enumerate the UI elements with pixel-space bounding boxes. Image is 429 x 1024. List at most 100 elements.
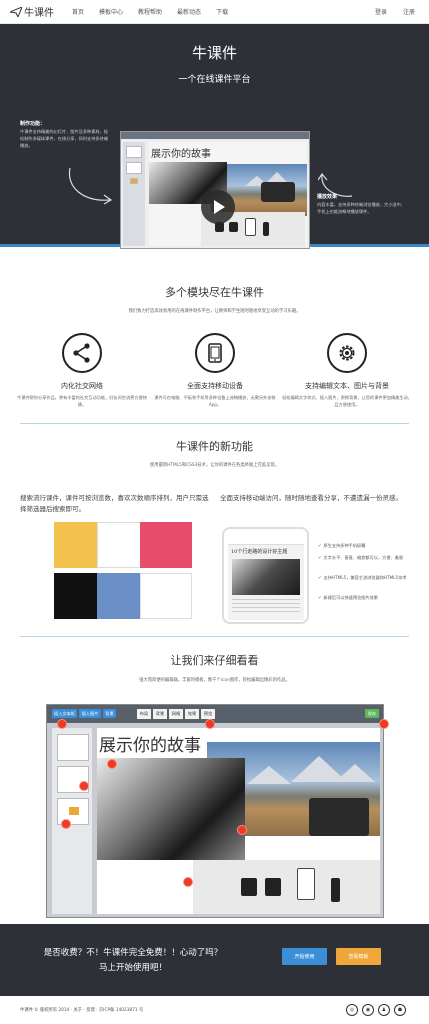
feature-desc: 课件可在电脑、平板和手机等多种设备上流畅播放，无需另外安装App。: [154, 395, 276, 407]
feature-title: 内化社交网络: [61, 382, 103, 390]
check-icon: ✔: [318, 555, 322, 560]
brand-logo[interactable]: 牛课件: [10, 4, 54, 19]
gear-icon: [327, 333, 367, 373]
templates-button[interactable]: 查看模板: [336, 948, 381, 965]
checklist-item: ✔ 新建后可以快速预览图片效果: [318, 595, 408, 601]
nav-link-tutorials[interactable]: 教程帮助: [138, 7, 162, 16]
template-tile[interactable]: [140, 522, 192, 568]
checklist-text: 文字水平、垂直、缩放都可以，方便、美观: [323, 555, 404, 560]
tab-effects[interactable]: 效果: [185, 709, 199, 719]
closer-look-desc: 强大而简便的编辑器，丰富的模板，数千个icon图库，轻松编辑出精彩的作品。: [139, 678, 290, 683]
preview-slide-thumb: [130, 178, 138, 184]
checklist-item: ✔ 文字水平、垂直、缩放都可以，方便、美观: [318, 555, 408, 561]
hotspot-marker[interactable]: [79, 781, 89, 791]
nav-link-home[interactable]: 首页: [72, 7, 84, 16]
new-features-title: 牛课件的新功能: [176, 440, 253, 453]
preview-toolbar: [121, 132, 309, 139]
tab-background[interactable]: 背景: [153, 709, 167, 719]
nav-link-download[interactable]: 下载: [216, 7, 228, 16]
login-link[interactable]: 登录: [375, 7, 387, 16]
paper-plane-icon: [10, 6, 22, 17]
auth-links: 登录 注册: [359, 7, 415, 16]
cta-line-1: 是否收费？不！牛课件完全免费！！心动了吗？: [43, 948, 223, 958]
weibo-icon[interactable]: ◎: [346, 1004, 358, 1016]
phone-header: [228, 535, 304, 545]
hero-right-heading: 播放效果: [317, 194, 338, 200]
save-button[interactable]: 保存: [365, 709, 379, 718]
hero-right-note: 播放效果 内容丰富，支持多种终端浏览播放，大小适中，手机上也能流畅地播放课件。: [317, 194, 409, 215]
footer: 牛课件 © 版权所有 2014 · 关于 · 反馈 · 京ICP备 140238…: [0, 996, 429, 1024]
tab-layout[interactable]: 布局: [137, 709, 151, 719]
phone-mockup: 10个行走路的设计好主题: [222, 527, 309, 624]
hero-left-heading: 制作功能：: [20, 121, 46, 127]
checklist-text: 支持HTML5，兼容主流浏览器和HTML5技术: [323, 575, 407, 580]
editor-story-title[interactable]: 展示你的故事: [99, 731, 201, 756]
tablet-icon: [195, 333, 235, 373]
cta-line-2: 马上开始使用吧！: [98, 963, 167, 973]
curved-arrow-icon: [68, 167, 113, 205]
closer-look-title: 让我们来仔细看看: [170, 654, 259, 667]
checklist-text: 新建后可以快速预览图片效果: [323, 595, 378, 600]
nav-links: 首页 模板中心 教程帮助 最新动态 下载: [72, 7, 243, 16]
play-button[interactable]: [201, 190, 235, 224]
checklist-text: 原生支持多种手机屏幕: [323, 543, 366, 548]
tab-grid[interactable]: 网格: [169, 709, 183, 719]
editor-slide-list: [52, 728, 92, 914]
camera-photo: [97, 758, 245, 860]
qq-icon[interactable]: ♟: [378, 1004, 390, 1016]
renren-icon[interactable]: ☗: [394, 1004, 406, 1016]
hotspot-marker[interactable]: [183, 877, 193, 887]
preview-slide-list: [123, 142, 145, 246]
template-tile[interactable]: [140, 573, 192, 619]
search-feature-text: 搜索流行课件，课件可按浏览数，喜欢次数顺序排列，用户只需选择筛选器后搜索即可。: [20, 494, 209, 513]
hero-title: 牛课件: [191, 44, 237, 62]
preview-slide-thumb: [126, 146, 142, 158]
feature-title: 支持编辑文本、图片与背景: [305, 382, 389, 390]
share-icon: [62, 333, 102, 373]
editor-preview-screenshot: 展示你的故事: [120, 131, 310, 249]
wechat-icon[interactable]: ◉: [362, 1004, 374, 1016]
section-divider: [20, 636, 409, 637]
check-icon: ✔: [318, 595, 322, 600]
tab-preview[interactable]: 预览: [201, 709, 215, 719]
nav-link-news[interactable]: 最新动态: [177, 7, 201, 16]
modules-desc: 我们致力打造高效易用的在线课件制作平台，让教师和学生随时随地享受互动的学习乐趣。: [128, 309, 301, 314]
cta-text: 是否收费？不！牛课件完全免费！！心动了吗？ 马上开始使用吧！: [22, 946, 244, 976]
feature-desc: 轻松编辑文字样式、插入图片，更换背景，让您的课件更加精美生动，且方便使用。: [282, 395, 412, 407]
feature-editing: 支持编辑文本、图片与背景 轻松编辑文字样式、插入图片，更换背景，让您的课件更加精…: [282, 333, 412, 408]
phone-title: 10个行走路的设计好主题: [231, 549, 288, 555]
slide-thumbnail[interactable]: [57, 734, 89, 761]
preview-canvas: 展示你的故事: [149, 142, 307, 246]
section-divider: [20, 423, 409, 424]
cta-section: 是否收费？不！牛课件完全免费！！心动了吗？ 马上开始使用吧！ 开始使用 查看模板: [0, 924, 429, 996]
top-nav: 牛课件 首页 模板中心 教程帮助 最新动态 下载 登录 注册: [0, 0, 429, 24]
check-icon: ✔: [318, 575, 322, 580]
insert-textbox-button[interactable]: 插入文本框: [52, 709, 77, 718]
feature-desc: 牛课件帮你分享作品，更有丰富的社交互动功能，好友间交流更方便快捷。: [17, 395, 147, 407]
footer-copyright: 牛课件 © 版权所有 2014 · 关于 · 反馈 · 京ICP备 140238…: [20, 1008, 144, 1013]
hotspot-marker[interactable]: [61, 819, 71, 829]
feature-mobile: 全面支持移动设备 课件可在电脑、平板和手机等多种设备上流畅播放，无需另外安装Ap…: [150, 333, 280, 408]
insert-image-button[interactable]: 插入图片: [79, 709, 101, 718]
modules-title: 多个模块尽在牛课件: [165, 286, 264, 299]
hotspot-marker[interactable]: [237, 825, 247, 835]
feature-title: 全面支持移动设备: [187, 382, 243, 390]
hotspot-marker[interactable]: [57, 719, 67, 729]
nav-link-templates[interactable]: 模板中心: [99, 7, 123, 16]
hotspot-marker[interactable]: [379, 719, 389, 729]
editor-canvas[interactable]: 展示你的故事: [97, 728, 380, 914]
start-button[interactable]: 开始使用: [282, 948, 327, 965]
preview-story-title: 展示你的故事: [151, 149, 211, 160]
preview-slide-thumb: [126, 162, 142, 174]
hero-right-text: 内容丰富，支持多种终端浏览播放，大小适中，手机上也能流畅地播放课件。: [317, 202, 405, 214]
hero-section: 牛课件 一个在线课件平台 制作功能： 牛课件支持精美的幻灯片、图片及多种素材，轻…: [0, 24, 429, 249]
new-features-desc: 使用最新HTML5和CSS3技术，让你的课件在各类终端上完美呈现。: [149, 463, 279, 468]
hotspot-marker[interactable]: [107, 759, 117, 769]
hotspot-marker[interactable]: [205, 719, 215, 729]
checklist-item: ✔ 原生支持多种手机屏幕: [318, 543, 408, 549]
background-button[interactable]: 背景: [103, 709, 116, 718]
hero-left-text: 牛课件支持精美的幻灯片、图片及多种素材，轻松制作多媒体课件，在线分享，同时支持多…: [20, 129, 108, 148]
register-link[interactable]: 注册: [403, 7, 415, 16]
car-photo: [261, 182, 295, 202]
editor-screenshot: 插入文本框 插入图片 背景 布局 背景 网格 效果 预览 保存 展示你的故事: [46, 704, 389, 918]
